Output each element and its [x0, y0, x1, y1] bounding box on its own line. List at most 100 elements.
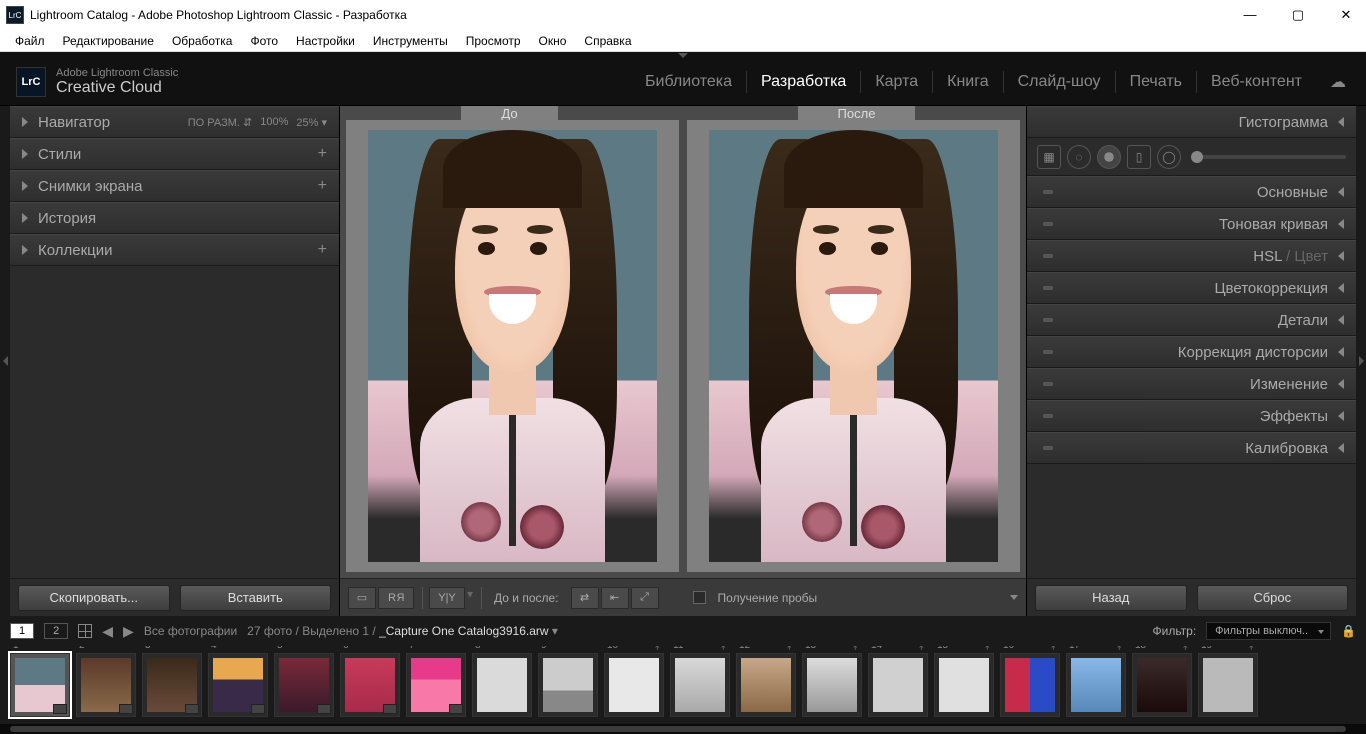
- panel-color-grading[interactable]: Цветокоррекция: [1027, 272, 1356, 304]
- redeye-tool-icon[interactable]: [1097, 145, 1121, 169]
- before-after-yy-button[interactable]: Y|Y: [429, 587, 465, 609]
- previous-button[interactable]: Назад: [1035, 585, 1187, 611]
- add-preset-icon[interactable]: +: [318, 145, 327, 163]
- thumbnail[interactable]: 11↟: [670, 653, 730, 717]
- filmstrip-path[interactable]: Все фотографии 27 фото / Выделено 1 / _C…: [144, 624, 558, 638]
- spot-removal-tool-icon[interactable]: ◌: [1067, 145, 1091, 169]
- add-collection-icon[interactable]: +: [318, 241, 327, 259]
- panel-presets[interactable]: Стили +: [10, 138, 339, 170]
- filmstrip-scrollbar[interactable]: [0, 724, 1366, 734]
- panel-effects[interactable]: Эффекты: [1027, 400, 1356, 432]
- menu-help[interactable]: Справка: [575, 32, 640, 50]
- nav-zoom-100[interactable]: 100%: [260, 116, 288, 128]
- maximize-button[interactable]: ▢: [1286, 7, 1310, 23]
- filter-lock-icon[interactable]: 🔒: [1341, 624, 1356, 638]
- panel-histogram[interactable]: Гистограмма: [1027, 106, 1356, 138]
- thumbnail[interactable]: 8: [472, 653, 532, 717]
- copy-after-to-before-button[interactable]: ⤢: [631, 587, 659, 609]
- panel-collections[interactable]: Коллекции +: [10, 234, 339, 266]
- panel-toggle-icon[interactable]: [1043, 254, 1053, 258]
- menu-settings[interactable]: Настройки: [287, 32, 364, 50]
- thumbnail[interactable]: 18↟: [1132, 653, 1192, 717]
- panel-snapshots[interactable]: Снимки экрана +: [10, 170, 339, 202]
- menu-file[interactable]: Файл: [6, 32, 54, 50]
- thumbnail[interactable]: 13↟: [802, 653, 862, 717]
- swap-before-after-button[interactable]: ⇄: [571, 587, 599, 609]
- thumbnail[interactable]: 5: [274, 653, 334, 717]
- filter-dropdown[interactable]: Фильтры выключ..: [1206, 622, 1331, 640]
- minimize-button[interactable]: —: [1238, 7, 1262, 23]
- copy-before-to-after-button[interactable]: ⇤: [601, 587, 629, 609]
- thumbnail[interactable]: 17↟: [1066, 653, 1126, 717]
- panel-tone-curve[interactable]: Тоновая кривая: [1027, 208, 1356, 240]
- panel-lens-corrections[interactable]: Коррекция дисторсии: [1027, 336, 1356, 368]
- module-slideshow[interactable]: Слайд-шоу: [1004, 73, 1115, 91]
- thumbnail[interactable]: 2: [76, 653, 136, 717]
- panel-toggle-icon[interactable]: [1043, 286, 1053, 290]
- monitor-1-button[interactable]: 1: [10, 623, 34, 639]
- panel-toggle-icon[interactable]: [1043, 350, 1053, 354]
- thumbnail[interactable]: 14↟: [868, 653, 928, 717]
- module-web[interactable]: Веб-контент: [1197, 73, 1316, 91]
- grid-view-icon[interactable]: [78, 624, 92, 638]
- thumbnail[interactable]: 19↟: [1198, 653, 1258, 717]
- nav-zoom-25[interactable]: 25% ▾: [296, 116, 327, 129]
- module-library[interactable]: Библиотека: [631, 73, 746, 91]
- preview-after-pane[interactable]: [687, 120, 1020, 572]
- preview-before-pane[interactable]: [346, 120, 679, 572]
- panel-calibration[interactable]: Калибровка: [1027, 432, 1356, 464]
- crop-tool-icon[interactable]: ▦: [1037, 145, 1061, 169]
- next-photo-button[interactable]: ▶: [123, 623, 134, 640]
- cloud-sync-icon[interactable]: ☁: [1330, 72, 1346, 92]
- menu-photo[interactable]: Фото: [241, 32, 287, 50]
- thumbnail[interactable]: 10↟: [604, 653, 664, 717]
- menu-edit[interactable]: Редактирование: [54, 32, 163, 50]
- panel-detail[interactable]: Детали: [1027, 304, 1356, 336]
- before-after-lr-button[interactable]: ЯЯ: [378, 587, 414, 609]
- prev-photo-button[interactable]: ◀: [102, 623, 113, 640]
- copy-settings-button[interactable]: Скопировать...: [18, 585, 170, 611]
- monitor-2-button[interactable]: 2: [44, 623, 68, 639]
- thumbnail[interactable]: 1: [10, 653, 70, 717]
- module-print[interactable]: Печать: [1116, 73, 1196, 91]
- thumbnail[interactable]: 12↟: [736, 653, 796, 717]
- thumbnail[interactable]: 7: [406, 653, 466, 717]
- module-develop[interactable]: Разработка: [747, 73, 860, 91]
- panel-toggle-icon[interactable]: [1043, 382, 1053, 386]
- right-panel-collapse[interactable]: [1356, 106, 1366, 616]
- panel-toggle-icon[interactable]: [1043, 222, 1053, 226]
- panel-toggle-icon[interactable]: [1043, 318, 1053, 322]
- module-map[interactable]: Карта: [861, 73, 932, 91]
- thumbnail[interactable]: 15↟: [934, 653, 994, 717]
- panel-toggle-icon[interactable]: [1043, 190, 1053, 194]
- panel-toggle-icon[interactable]: [1043, 414, 1053, 418]
- panel-history[interactable]: История: [10, 202, 339, 234]
- brush-size-slider[interactable]: [1191, 155, 1346, 159]
- graduated-filter-tool-icon[interactable]: ▯: [1127, 145, 1151, 169]
- menu-develop[interactable]: Обработка: [163, 32, 242, 50]
- thumbnail[interactable]: 3: [142, 653, 202, 717]
- thumbnail[interactable]: 9: [538, 653, 598, 717]
- soft-proof-checkbox[interactable]: [693, 591, 706, 604]
- panel-basic[interactable]: Основные: [1027, 176, 1356, 208]
- thumbnail[interactable]: 6: [340, 653, 400, 717]
- close-button[interactable]: ✕: [1334, 7, 1358, 23]
- panel-toggle-icon[interactable]: [1043, 446, 1053, 450]
- filmstrip[interactable]: 12345678910↟11↟12↟13↟14↟15↟16↟17↟18↟19↟: [0, 646, 1366, 724]
- nav-fit-mode[interactable]: ПО РАЗМ. ⇵: [188, 116, 252, 129]
- add-snapshot-icon[interactable]: +: [318, 177, 327, 195]
- menu-view[interactable]: Просмотр: [457, 32, 530, 50]
- reset-button[interactable]: Сброс: [1197, 585, 1349, 611]
- left-panel-collapse[interactable]: [0, 106, 10, 616]
- panel-navigator[interactable]: Навигатор ПО РАЗМ. ⇵ 100% 25% ▾: [10, 106, 339, 138]
- toolbar-options-dropdown[interactable]: [1010, 595, 1018, 600]
- module-book[interactable]: Книга: [933, 73, 1002, 91]
- radial-filter-tool-icon[interactable]: ◯: [1157, 145, 1181, 169]
- panel-transform[interactable]: Изменение: [1027, 368, 1356, 400]
- loupe-view-button[interactable]: ▭: [348, 587, 376, 609]
- paste-settings-button[interactable]: Вставить: [180, 585, 332, 611]
- menu-tools[interactable]: Инструменты: [364, 32, 457, 50]
- thumbnail[interactable]: 4: [208, 653, 268, 717]
- thumbnail[interactable]: 16↟: [1000, 653, 1060, 717]
- panel-hsl[interactable]: HSL / Цвет: [1027, 240, 1356, 272]
